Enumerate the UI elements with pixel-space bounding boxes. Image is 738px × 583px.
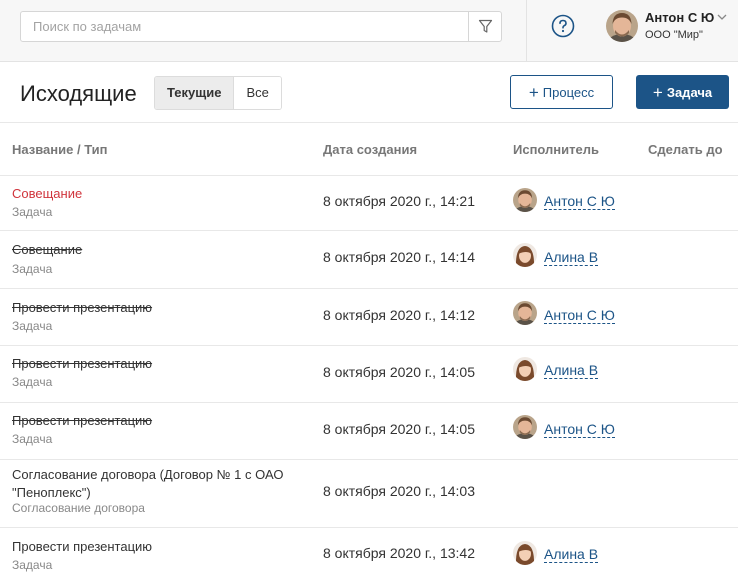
assignee-avatar — [513, 188, 537, 212]
table-row[interactable]: Совещание Задача 8 октября 2020 г., 14:1… — [0, 232, 738, 289]
help-icon[interactable] — [551, 14, 575, 38]
column-header-created[interactable]: Дата создания — [323, 142, 417, 157]
plus-icon: + — [652, 82, 663, 102]
assignee-avatar — [513, 357, 537, 381]
table-row[interactable]: Провести презентацию Задача 8 октября 20… — [0, 529, 738, 583]
created-date: 8 октября 2020 г., 14:05 — [323, 364, 475, 380]
organization-name: ООО "Мир" — [645, 29, 703, 41]
task-type: Задача — [12, 432, 53, 446]
assignee-link[interactable]: Антон С Ю — [544, 193, 615, 210]
header-divider — [526, 0, 527, 62]
task-name[interactable]: Провести презентацию — [12, 538, 152, 556]
search-box — [20, 11, 502, 42]
tab-all[interactable]: Все — [234, 77, 281, 109]
column-header-due[interactable]: Сделать до — [648, 142, 723, 157]
task-name[interactable]: Провести презентацию — [12, 355, 152, 373]
top-bar: Антон С Ю ООО "Мир" — [0, 0, 738, 62]
table-row[interactable]: Провести презентацию Задача 8 октября 20… — [0, 404, 738, 460]
task-filter-tabs: Текущие Все — [154, 76, 282, 110]
assignee-avatar — [513, 243, 537, 267]
task-name[interactable]: Провести презентацию — [12, 299, 152, 317]
table-row[interactable]: Провести презентацию Задача 8 октября 20… — [0, 347, 738, 403]
table-row[interactable]: Провести презентацию Задача 8 октября 20… — [0, 290, 738, 346]
assignee-link[interactable]: Алина В — [544, 362, 599, 379]
task-type: Задача — [12, 558, 53, 572]
task-type: Задача — [12, 262, 53, 276]
task-name[interactable]: Совещание — [12, 241, 82, 259]
task-name[interactable]: Совещание — [12, 185, 82, 203]
assignee-avatar — [513, 541, 537, 565]
created-date: 8 октября 2020 г., 14:03 — [323, 483, 475, 499]
created-date: 8 октября 2020 г., 14:14 — [323, 249, 475, 265]
task-name[interactable]: Провести презентацию — [12, 412, 152, 430]
assignee-link[interactable]: Антон С Ю — [544, 307, 615, 324]
created-date: 8 октября 2020 г., 13:42 — [323, 545, 475, 561]
new-process-label: Процесс — [542, 84, 595, 100]
plus-icon: + — [528, 82, 539, 102]
filter-icon — [478, 19, 492, 33]
user-name: Антон С Ю — [645, 10, 715, 25]
assignee-avatar — [513, 301, 537, 325]
new-task-button[interactable]: + Задача — [636, 75, 729, 109]
tab-current[interactable]: Текущие — [155, 77, 235, 109]
new-process-button[interactable]: + Процесс — [510, 75, 613, 109]
created-date: 8 октября 2020 г., 14:21 — [323, 193, 475, 209]
table-row[interactable]: Совещание Задача 8 октября 2020 г., 14:2… — [0, 176, 738, 231]
table-row[interactable]: Согласование договора (Договор № 1 с ОАО… — [0, 461, 738, 528]
column-header-assignee[interactable]: Исполнитель — [513, 142, 599, 157]
assignee-link[interactable]: Антон С Ю — [544, 421, 615, 438]
new-task-label: Задача — [666, 84, 713, 100]
chevron-down-icon — [717, 14, 727, 20]
user-avatar — [606, 10, 638, 42]
assignee-link[interactable]: Алина В — [544, 546, 599, 563]
task-type: Задача — [12, 205, 53, 219]
assignee-avatar — [513, 415, 537, 439]
created-date: 8 октября 2020 г., 14:12 — [323, 307, 475, 323]
created-date: 8 октября 2020 г., 14:05 — [323, 421, 475, 437]
task-name[interactable]: Согласование договора (Договор № 1 с ОАО… — [12, 466, 312, 502]
page-title: Исходящие — [20, 81, 137, 106]
task-type: Задача — [12, 375, 53, 389]
filter-button[interactable] — [468, 12, 501, 41]
user-menu[interactable]: Антон С Ю ООО "Мир" — [606, 10, 736, 44]
assignee-link[interactable]: Алина В — [544, 249, 599, 266]
task-type: Согласование договора — [12, 501, 145, 515]
search-input[interactable] — [21, 12, 469, 41]
toolbar-divider — [0, 122, 738, 123]
column-header-name[interactable]: Название / Тип — [12, 142, 108, 157]
task-type: Задача — [12, 319, 53, 333]
